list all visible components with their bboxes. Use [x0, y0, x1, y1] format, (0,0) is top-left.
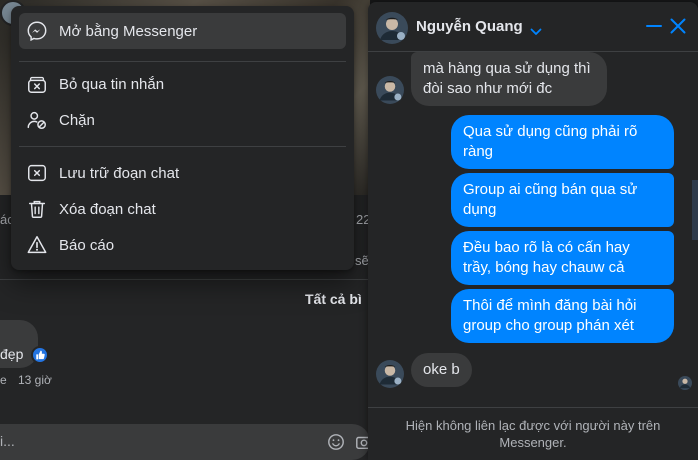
menu-item-delete-chat[interactable]: Xóa đoạn chat	[19, 191, 346, 227]
like-reaction-icon	[31, 346, 49, 364]
trash-icon	[25, 197, 49, 221]
comment-time: 13 giờ	[18, 373, 52, 387]
menu-divider	[19, 146, 346, 147]
minimize-icon	[646, 25, 662, 27]
contact-name[interactable]: Nguyễn Quang	[416, 18, 523, 35]
menu-item-label: Xóa đoạn chat	[59, 200, 156, 218]
chat-header[interactable]: Nguyễn Quang	[368, 2, 698, 52]
message-bubble-sent[interactable]: Qua sử dụng cũng phải rõ ràng	[451, 115, 674, 169]
menu-divider	[19, 61, 346, 62]
menu-item-archive-chat[interactable]: Lưu trữ đoạn chat	[19, 155, 346, 191]
ignore-messages-icon	[25, 72, 49, 96]
menu-item-open-in-messenger[interactable]: Mở bằng Messenger	[19, 13, 346, 49]
comment-input-placeholder: i...	[0, 433, 15, 449]
close-button[interactable]	[668, 16, 688, 36]
comment-text: đẹp	[0, 346, 24, 362]
contact-avatar[interactable]	[376, 12, 408, 44]
message-bubble-received[interactable]: oke b	[411, 353, 472, 387]
warning-icon	[25, 233, 49, 257]
chat-window: Nguyễn Quang mà hàng qua sử dụng thì đòi…	[368, 2, 698, 460]
comment-input[interactable]	[0, 424, 370, 460]
menu-item-label: Bỏ qua tin nhắn	[59, 75, 165, 93]
background-partial-text-2: sẽ	[355, 253, 369, 268]
message-bubble-sent[interactable]: Đều bao rõ là có cấn hay trầy, bóng hay …	[451, 231, 674, 285]
chevron-down-icon[interactable]	[530, 23, 542, 41]
background-divider	[0, 279, 370, 280]
seen-indicator-avatar	[678, 376, 692, 390]
block-user-icon	[25, 108, 49, 132]
unavailable-notice: Hiện không liên lạc được với người này t…	[368, 407, 698, 460]
menu-item-report[interactable]: Báo cáo	[19, 227, 346, 263]
menu-item-label: Chặn	[59, 111, 95, 129]
chat-options-menu: Mở bằng Messenger Bỏ qua tin nhắn Chặn L…	[11, 6, 354, 270]
archive-icon	[25, 161, 49, 185]
comment-filter-link[interactable]: Tất cả bì	[305, 291, 362, 307]
message-bubble-received[interactable]: mà hàng qua sử dụng thì đòi sao như mới …	[411, 52, 607, 106]
contact-avatar[interactable]	[376, 76, 404, 104]
menu-item-block[interactable]: Chặn	[19, 102, 346, 138]
contact-avatar[interactable]	[376, 360, 404, 388]
menu-item-ignore-messages[interactable]: Bỏ qua tin nhắn	[19, 66, 346, 102]
message-bubble-sent[interactable]: Thôi để mình đăng bài hỏi group cho grou…	[451, 289, 674, 343]
background-edge	[692, 180, 698, 240]
menu-item-label: Lưu trữ đoạn chat	[59, 164, 180, 182]
minimize-button[interactable]	[644, 16, 664, 36]
message-bubble-sent[interactable]: Group ai cũng bán qua sử dụng	[451, 173, 674, 227]
emoji-icon[interactable]	[327, 433, 345, 456]
menu-item-label: Mở bằng Messenger	[59, 22, 198, 40]
close-icon	[670, 18, 686, 34]
messenger-icon	[25, 19, 49, 43]
comment-meta: e	[0, 373, 7, 387]
menu-item-label: Báo cáo	[59, 236, 115, 254]
